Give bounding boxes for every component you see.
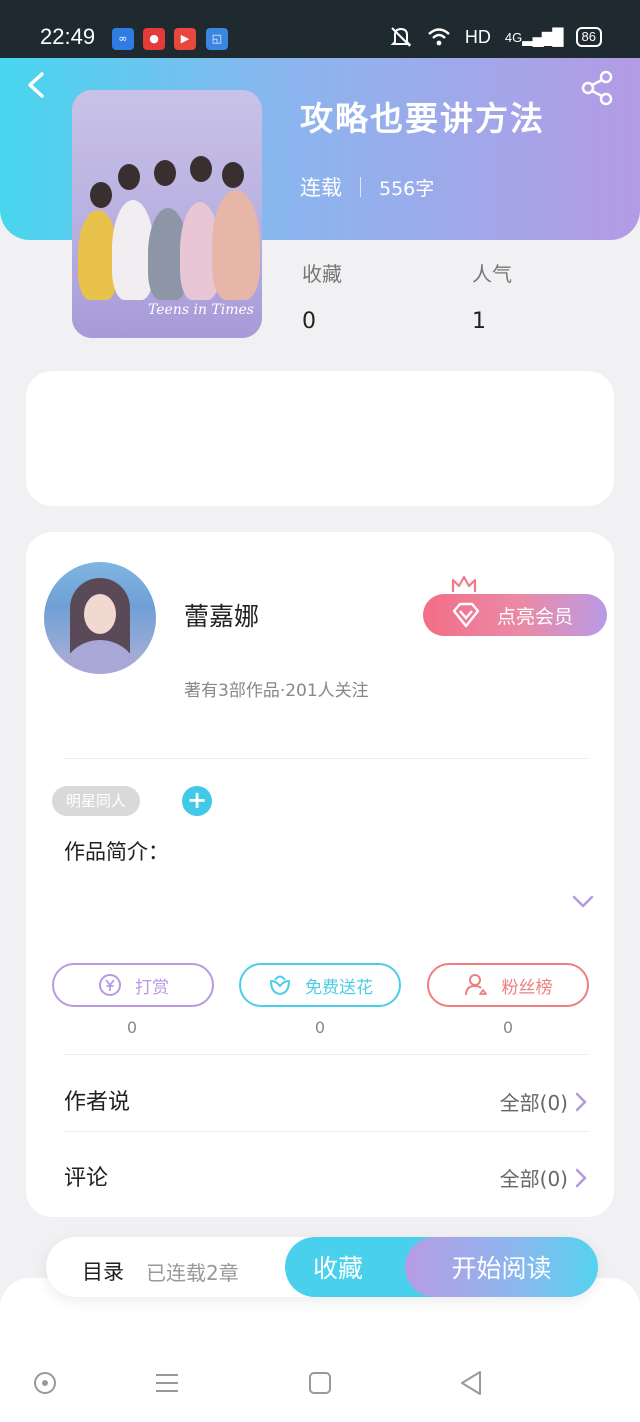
mute-bell-icon (390, 27, 412, 47)
intro-label: 作品简介： (64, 840, 169, 864)
home-nav-icon[interactable] (305, 1368, 335, 1398)
clock: 22:49 (40, 24, 96, 49)
video-notification-icon: ▶ (174, 28, 196, 50)
fan-ranking-button[interactable]: 粉丝榜 (427, 963, 589, 1007)
chevron-right-icon (575, 1168, 587, 1187)
vip-activate-button[interactable]: 点亮会员 (423, 594, 607, 636)
stat-label: 收藏 (302, 262, 342, 286)
cover-caption: Teens in Times (148, 302, 254, 318)
flower-icon (270, 975, 290, 995)
comments-count: 全部(0) (499, 1167, 568, 1191)
flower-label: 免费送花 (305, 977, 373, 998)
add-tag-button[interactable]: + (182, 786, 212, 816)
network-label: HD (464, 26, 491, 47)
author-name[interactable]: 蕾嘉娜 (184, 597, 259, 633)
send-flower-button[interactable]: 免费送花 (239, 963, 401, 1007)
stat-label: 人气 (472, 262, 512, 286)
start-reading-button[interactable]: 开始阅读 (405, 1237, 598, 1297)
back-nav-icon[interactable] (456, 1368, 486, 1398)
book-cover[interactable]: Teens in Times (72, 90, 262, 338)
tip-button[interactable]: 打赏 (52, 963, 214, 1007)
author-notes-count: 全部(0) (499, 1091, 568, 1115)
crown-icon (451, 575, 477, 592)
genre-tag[interactable]: 明星同人 (52, 786, 141, 816)
back-button[interactable] (22, 70, 52, 100)
fan-ranking-label: 粉丝榜 (501, 977, 553, 998)
author-meta: 著有3部作品·201人关注 (184, 681, 369, 701)
vip-label: 点亮会员 (497, 605, 574, 628)
author-notes-label: 作者说 (64, 1090, 131, 1115)
comments-label: 评论 (64, 1166, 109, 1191)
stat-popularity: 人气 1 (472, 258, 512, 334)
divider (64, 758, 588, 759)
favorite-label: 收藏 (312, 1254, 363, 1283)
shop-notification-icon: ● (143, 28, 165, 50)
share-button[interactable] (580, 70, 616, 106)
window-notification-icon: ◱ (206, 28, 228, 50)
serial-status: 连载 (300, 176, 342, 200)
divider (64, 1131, 588, 1132)
flower-count: 0 (314, 1018, 326, 1037)
stat-value: 0 (302, 309, 316, 334)
chapter-progress: 已连载2章 (146, 1261, 239, 1285)
app-notification-icon: ∞ (112, 28, 134, 50)
start-reading-label: 开始阅读 (451, 1254, 552, 1283)
chevron-right-icon (575, 1092, 587, 1111)
toc-button[interactable]: 目录 (82, 1256, 124, 1286)
menu-nav-icon[interactable] (152, 1368, 182, 1398)
divider (64, 1054, 588, 1055)
chevron-down-icon[interactable] (570, 892, 596, 912)
back-arrow-icon (28, 72, 44, 98)
author-avatar[interactable] (44, 562, 156, 674)
diamond-icon (452, 602, 480, 628)
signal-icon: 4G▂▄▆█ (504, 29, 564, 46)
tip-label: 打赏 (135, 977, 169, 998)
comments-all-link[interactable]: 全部(0) (500, 1163, 588, 1192)
fan-ranking-count: 0 (502, 1018, 514, 1037)
bottom-panel (0, 1278, 640, 1422)
stat-value: 1 (472, 309, 486, 334)
stat-favorites: 收藏 0 (302, 258, 342, 334)
battery-indicator: 86 (575, 27, 602, 47)
assistant-nav-icon[interactable] (30, 1368, 60, 1398)
book-status-row: 连载 556字 (300, 172, 434, 202)
share-icon (581, 70, 613, 106)
divider (360, 177, 361, 197)
wifi-icon (428, 28, 450, 46)
word-count: 556字 (379, 177, 435, 200)
tip-count: 0 (126, 1018, 138, 1037)
author-notes-all-link[interactable]: 全部(0) (500, 1087, 588, 1116)
fan-user-icon (464, 974, 487, 996)
status-bar: 22:49 ∞ ● ▶ ◱ HD 4G▂▄▆█ 86 (0, 0, 640, 58)
blank-card (26, 371, 614, 506)
book-title: 攻略也要讲方法 (300, 99, 545, 138)
yuan-coin-icon (99, 974, 121, 996)
